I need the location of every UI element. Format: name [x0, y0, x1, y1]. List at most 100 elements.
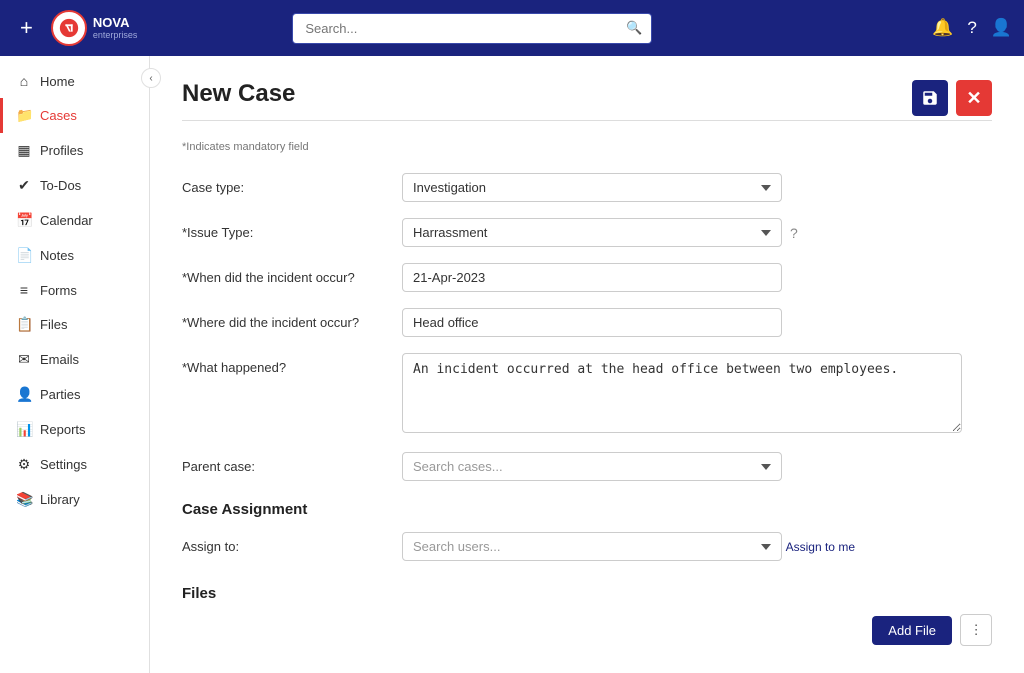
sidebar-item-calendar[interactable]: 📅 Calendar — [0, 203, 149, 238]
notes-icon: 📄 — [16, 247, 32, 264]
incident-location-row: *Where did the incident occur? — [182, 308, 992, 337]
logo-text-block: NOVA enterprises — [93, 16, 138, 40]
content-area: New Case ✕ *Indicates mandatory field Ca… — [150, 56, 1024, 673]
sidebar-item-cases[interactable]: 📁 Cases — [0, 98, 149, 133]
assign-to-field: Search users... Assign to me — [402, 532, 992, 561]
logo-name: NOVA — [93, 16, 138, 30]
emails-icon: ✉ — [16, 351, 32, 368]
parent-case-row: Parent case: Search cases... — [182, 452, 992, 481]
logo: NOVA enterprises — [51, 10, 138, 46]
library-icon: 📚 — [16, 491, 32, 508]
what-happened-field: An incident occurred at the head office … — [402, 353, 992, 436]
issue-type-select[interactable]: Harrassment Discrimination Other — [402, 218, 782, 247]
search-input[interactable] — [292, 13, 652, 44]
incident-location-field — [402, 308, 992, 337]
incident-date-label: *When did the incident occur? — [182, 263, 402, 285]
page-title: New Case — [182, 80, 295, 108]
sidebar-item-notes[interactable]: 📄 Notes — [0, 238, 149, 273]
sidebar-toggle[interactable]: ‹ — [141, 68, 161, 88]
logo-subtitle: enterprises — [93, 30, 138, 40]
sidebar-item-parties[interactable]: 👤 Parties — [0, 377, 149, 412]
sidebar-label-calendar: Calendar — [40, 213, 93, 228]
sidebar-label-parties: Parties — [40, 387, 80, 402]
case-type-row: Case type: Investigation Complaint Inqui… — [182, 173, 992, 202]
files-section: Files Add File ⋮ — [182, 585, 992, 646]
sidebar-item-todos[interactable]: ✔ To-Dos — [0, 168, 149, 203]
assign-to-select[interactable]: Search users... — [402, 532, 782, 561]
sidebar-item-reports[interactable]: 📊 Reports — [0, 412, 149, 447]
incident-date-field — [402, 263, 992, 292]
assign-to-row: Assign to: Search users... Assign to me — [182, 532, 992, 561]
case-assignment-title: Case Assignment — [182, 501, 992, 518]
title-divider — [182, 120, 992, 121]
sidebar-label-library: Library — [40, 492, 80, 507]
save-button[interactable] — [912, 80, 948, 116]
sidebar-item-settings[interactable]: ⚙ Settings — [0, 447, 149, 482]
case-type-label: Case type: — [182, 173, 402, 195]
reports-icon: 📊 — [16, 421, 32, 438]
more-options-button[interactable]: ⋮ — [960, 614, 992, 646]
parent-case-label: Parent case: — [182, 452, 402, 474]
parent-case-select[interactable]: Search cases... — [402, 452, 782, 481]
sidebar-label-reports: Reports — [40, 422, 86, 437]
sidebar-label-settings: Settings — [40, 457, 87, 472]
files-actions: Add File ⋮ — [182, 614, 992, 646]
sidebar-item-files[interactable]: 📋 Files — [0, 307, 149, 342]
sidebar-label-profiles: Profiles — [40, 143, 83, 158]
assign-to-label: Assign to: — [182, 532, 402, 554]
what-happened-label: *What happened? — [182, 353, 402, 375]
sidebar-item-home[interactable]: ⌂ Home — [0, 64, 149, 98]
user-icon[interactable]: 👤 — [991, 18, 1012, 38]
topbar: + NOVA enterprises 🔍 🔔 ? 👤 — [0, 0, 1024, 56]
incident-location-input[interactable] — [402, 308, 782, 337]
issue-type-help-icon[interactable]: ? — [790, 225, 798, 241]
sidebar-label-files: Files — [40, 317, 67, 332]
sidebar-item-library[interactable]: 📚 Library — [0, 482, 149, 517]
save-icon — [921, 89, 939, 107]
sidebar-label-todos: To-Dos — [40, 178, 81, 193]
sidebar-item-emails[interactable]: ✉ Emails — [0, 342, 149, 377]
sidebar-item-forms[interactable]: ≡ Forms — [0, 273, 149, 307]
what-happened-row: *What happened? An incident occurred at … — [182, 353, 992, 436]
page-title-row: New Case ✕ — [182, 80, 992, 116]
close-button[interactable]: ✕ — [956, 80, 992, 116]
cases-icon: 📁 — [16, 107, 32, 124]
incident-date-input[interactable] — [402, 263, 782, 292]
main-layout: ‹ ⌂ Home 📁 Cases ▦ Profiles ✔ To-Dos 📅 C… — [0, 56, 1024, 673]
what-happened-textarea[interactable]: An incident occurred at the head office … — [402, 353, 962, 433]
sidebar-label-home: Home — [40, 74, 75, 89]
title-actions: ✕ — [912, 80, 992, 116]
parties-icon: 👤 — [16, 386, 32, 403]
home-icon: ⌂ — [16, 73, 32, 89]
help-icon[interactable]: ? — [967, 18, 976, 38]
sidebar-item-profiles[interactable]: ▦ Profiles — [0, 133, 149, 168]
incident-location-label: *Where did the incident occur? — [182, 308, 402, 330]
sidebar-label-emails: Emails — [40, 352, 79, 367]
case-type-field: Investigation Complaint Inquiry — [402, 173, 992, 202]
issue-type-row-inner: Harrassment Discrimination Other ? — [402, 218, 992, 247]
add-button[interactable]: + — [12, 15, 41, 41]
settings-icon: ⚙ — [16, 456, 32, 473]
issue-type-row: *Issue Type: Harrassment Discrimination … — [182, 218, 992, 247]
topbar-icons: 🔔 ? 👤 — [932, 18, 1012, 38]
mandatory-note: *Indicates mandatory field — [182, 141, 992, 153]
search-container: 🔍 — [292, 13, 652, 44]
profiles-icon: ▦ — [16, 142, 32, 159]
logo-icon — [58, 17, 80, 39]
sidebar-label-notes: Notes — [40, 248, 74, 263]
sidebar: ‹ ⌂ Home 📁 Cases ▦ Profiles ✔ To-Dos 📅 C… — [0, 56, 150, 673]
todos-icon: ✔ — [16, 177, 32, 194]
notification-icon[interactable]: 🔔 — [932, 18, 953, 38]
sidebar-label-cases: Cases — [40, 108, 77, 123]
add-file-button[interactable]: Add File — [872, 616, 952, 645]
case-type-select[interactable]: Investigation Complaint Inquiry — [402, 173, 782, 202]
issue-type-field: Harrassment Discrimination Other ? — [402, 218, 992, 247]
files-icon: 📋 — [16, 316, 32, 333]
files-section-title: Files — [182, 585, 992, 602]
sidebar-label-forms: Forms — [40, 283, 77, 298]
issue-type-label: *Issue Type: — [182, 218, 402, 240]
incident-date-row: *When did the incident occur? — [182, 263, 992, 292]
search-icon: 🔍 — [626, 20, 642, 36]
parent-case-field: Search cases... — [402, 452, 992, 481]
assign-to-me-link[interactable]: Assign to me — [786, 540, 855, 554]
